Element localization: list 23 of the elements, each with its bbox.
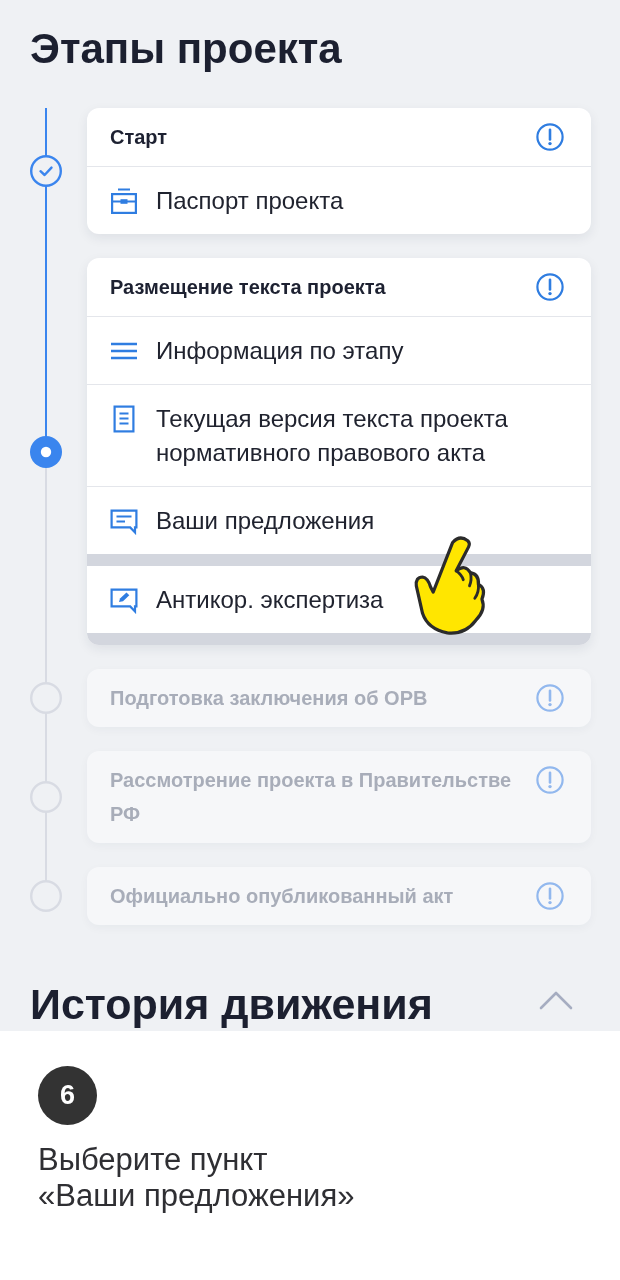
info-icon[interactable] bbox=[536, 123, 564, 151]
stage-item[interactable]: Информация по этапу bbox=[87, 317, 591, 385]
chevron-up-icon[interactable] bbox=[539, 990, 573, 1010]
info-icon[interactable] bbox=[536, 882, 564, 910]
stage-title: Размещение текста проекта bbox=[110, 275, 386, 300]
stage-item[interactable]: Текущая версия текста проекта нормативного правового акта bbox=[87, 385, 591, 487]
stage-title: Официально опубликованный акт bbox=[110, 884, 454, 909]
stage-item[interactable]: Паспорт проекта bbox=[87, 167, 591, 234]
info-icon[interactable] bbox=[536, 766, 564, 794]
info-icon[interactable] bbox=[536, 684, 564, 712]
stage-item[interactable]: Ваши предложения bbox=[87, 487, 591, 566]
instruction-text: Выберите пункт «Ваши предложения» bbox=[38, 1142, 356, 1214]
info-icon[interactable] bbox=[536, 273, 564, 301]
page-title: Этапы проекта bbox=[30, 24, 343, 74]
step-badge: 6 bbox=[38, 1066, 97, 1125]
stage-item[interactable]: Антикор. экспертиза bbox=[87, 566, 591, 645]
stage-title: Старт bbox=[110, 125, 168, 150]
stage-title: Рассмотрение проекта в Правительстве РФ bbox=[110, 768, 513, 827]
case-icon bbox=[110, 187, 138, 215]
section-title: История движения bbox=[30, 979, 433, 1029]
pencil-bubble-icon bbox=[110, 586, 138, 614]
stage-title: Подготовка заключения об ОРВ bbox=[110, 686, 428, 711]
chat-bubble-icon bbox=[110, 507, 138, 535]
